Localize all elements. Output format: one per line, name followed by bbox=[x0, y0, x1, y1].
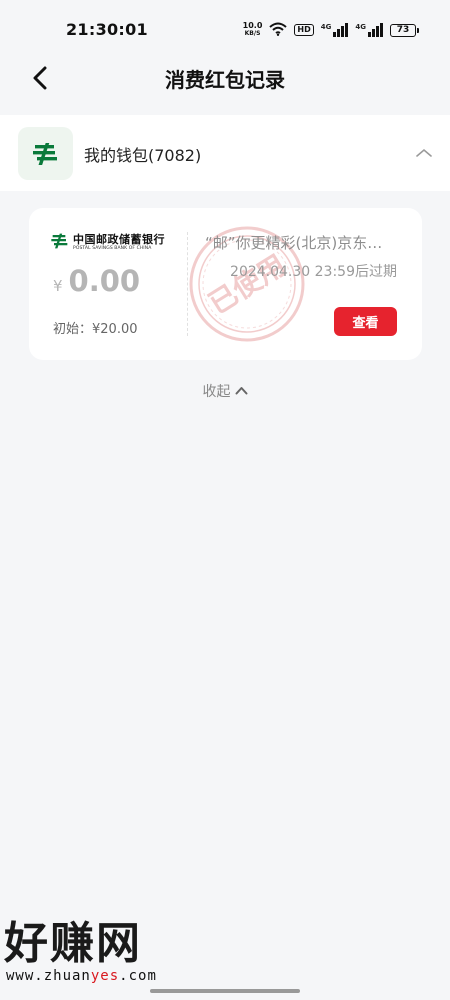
chevron-up-icon bbox=[235, 383, 248, 399]
network-speed: 10.0 KB/S bbox=[243, 22, 263, 38]
bank-name-en: POSTAL SAVINGS BANK OF CHINA bbox=[73, 246, 152, 251]
status-icons: 10.0 KB/S HD 4G 4G 73 bbox=[243, 20, 419, 40]
chevron-up-icon[interactable] bbox=[414, 143, 434, 163]
battery-level: 73 bbox=[396, 25, 410, 35]
watermark-url: www.zhuanyes.com bbox=[6, 968, 157, 984]
signal-icon: 4G bbox=[321, 23, 349, 37]
page-title: 消费红包记录 bbox=[165, 68, 285, 92]
network-speed-unit: KB/S bbox=[244, 30, 261, 37]
coupon-card: 中国邮政储蓄银行 POSTAL SAVINGS BANK OF CHINA ¥ … bbox=[29, 208, 422, 360]
watermark-url-suffix: .com bbox=[119, 968, 157, 984]
postal-logo-icon bbox=[51, 233, 69, 253]
watermark-url-highlight: yes bbox=[90, 968, 120, 984]
stamp-text: 已使用 bbox=[203, 248, 292, 321]
network-speed-value: 10.0 bbox=[242, 21, 263, 30]
status-bar: 21:30:01 10.0 KB/S HD 4G 4G 73 bbox=[0, 0, 450, 56]
signal-label: 4G bbox=[320, 23, 332, 31]
postal-logo-icon bbox=[18, 127, 73, 180]
coupon-balance: ¥ 0.00 bbox=[53, 264, 140, 298]
status-time: 21:30:01 bbox=[66, 20, 148, 39]
signal-icon: 4G bbox=[355, 23, 383, 37]
watermark-text: 好赚网 bbox=[4, 918, 142, 969]
view-button[interactable]: 查看 bbox=[334, 307, 397, 336]
collapse-label: 收起 bbox=[202, 384, 231, 400]
home-indicator[interactable] bbox=[150, 989, 300, 993]
wifi-icon bbox=[269, 21, 288, 40]
balance-amount: 0.00 bbox=[68, 264, 141, 298]
hd-badge: HD bbox=[294, 24, 314, 36]
expire-date: 2024.04.30 23:59后过期 bbox=[230, 264, 397, 280]
coupon-right: 已使用 “邮”你更精彩(北京)京东… 2024.04.30 23:59后过期 查… bbox=[187, 208, 422, 360]
signal-label: 4G bbox=[355, 23, 366, 31]
wallet-row[interactable]: 我的钱包(7082) bbox=[0, 115, 450, 191]
initial-amount: 初始：¥20.00 bbox=[53, 322, 138, 337]
battery-icon: 73 bbox=[390, 23, 419, 37]
currency-symbol: ¥ bbox=[53, 277, 63, 295]
watermark-url-prefix: www.zhuan bbox=[6, 968, 91, 984]
wallet-name: 我的钱包(7082) bbox=[84, 146, 202, 165]
coupon-left: 中国邮政储蓄银行 POSTAL SAVINGS BANK OF CHINA ¥ … bbox=[29, 208, 187, 360]
coupon-title: “邮”你更精彩(北京)京东… bbox=[205, 234, 383, 252]
header: 消费红包记录 bbox=[0, 56, 450, 114]
collapse-button[interactable]: 收起 bbox=[0, 381, 450, 401]
bank-logo: 中国邮政储蓄银行 POSTAL SAVINGS BANK OF CHINA bbox=[51, 233, 165, 253]
watermark: 好赚网 www.zhuanyes.com bbox=[0, 918, 200, 988]
bank-name-cn: 中国邮政储蓄银行 bbox=[73, 233, 165, 246]
